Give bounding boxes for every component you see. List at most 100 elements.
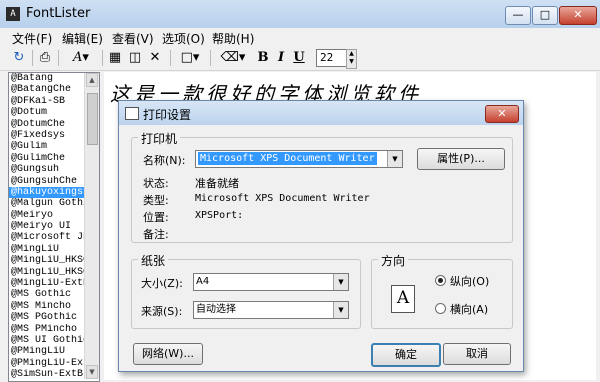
portrait-page-icon: A	[391, 285, 415, 313]
status-value: 准备就绪	[195, 177, 239, 190]
font-size-input[interactable]: 22	[316, 49, 347, 67]
font-list-item[interactable]: @Meiryo UI	[9, 221, 85, 232]
where-value: XPSPort:	[195, 210, 244, 221]
font-list-item[interactable]: @PMingLiU	[9, 346, 85, 357]
font-list-item[interactable]: @Meiryo	[9, 210, 85, 221]
italic-icon[interactable]: I	[274, 49, 288, 67]
cancel-button[interactable]: 取消	[443, 343, 511, 365]
ok-button[interactable]: 确定	[371, 343, 441, 367]
menu-edit[interactable]: 编辑(E)	[62, 30, 103, 47]
font-list-item[interactable]: @hakuyoxingshu	[9, 186, 85, 199]
underline-icon[interactable]: U	[292, 49, 306, 67]
font-list-item[interactable]: @PMingLiU-ExtB	[9, 358, 85, 369]
paper-source-value: 自动选择	[196, 304, 236, 315]
dialog-title: 打印设置	[143, 108, 192, 122]
toolbar-separator	[210, 50, 211, 66]
properties-button[interactable]: 属性(P)...	[417, 148, 505, 170]
dialog-title-bar: 打印设置 ✕	[119, 101, 523, 125]
print-setup-dialog: 打印设置 ✕ 打印机 名称(N): Microsoft XPS Document…	[118, 100, 524, 372]
paper-source-select[interactable]: 自动选择 ▼	[193, 301, 349, 319]
scroll-thumb[interactable]	[87, 93, 98, 145]
toolbar-separator	[32, 50, 33, 66]
scroll-down-icon[interactable]: ▼	[86, 365, 98, 379]
eraser-icon[interactable]: ⌫▾	[218, 49, 248, 67]
menu-bar: 文件(F) 编辑(E) 查看(V) 选项(O) 帮助(H)	[0, 28, 600, 46]
font-size-spinner[interactable]: ▲ ▼	[346, 49, 357, 69]
page-icon[interactable]: □▾	[176, 49, 204, 67]
type-value: Microsoft XPS Document Writer	[195, 193, 370, 204]
font-list-item[interactable]: @SimSun-ExtB	[9, 369, 85, 380]
chevron-down-icon[interactable]: ▼	[387, 151, 402, 167]
refresh-icon[interactable]: ↻	[10, 49, 28, 67]
paper-source-label: 来源(S):	[141, 305, 183, 318]
font-list-item[interactable]: @GungsuhChe	[9, 176, 85, 187]
dialog-close-button[interactable]: ✕	[485, 105, 519, 123]
printer-icon	[125, 107, 139, 120]
printer-name-value: Microsoft XPS Document Writer	[198, 152, 377, 165]
window-title: FontLister	[26, 6, 91, 21]
font-list-items: @Batang @BatangChe @DFKai-SB @Dotum @DotumCh…	[9, 73, 85, 381]
font-list-item[interactable]: @BatangChe	[9, 84, 85, 95]
app-icon[interactable]: A	[6, 7, 20, 21]
font-list-item[interactable]: @Gulim	[9, 141, 85, 152]
grid-view-icon[interactable]: ▦	[106, 49, 124, 67]
font-list-item[interactable]: @Fixedsys	[9, 130, 85, 141]
where-label: 位置:	[143, 211, 169, 224]
printer-group-label: 打印机	[138, 130, 181, 147]
bold-icon[interactable]: B	[256, 49, 270, 67]
toolbar: ↻ ⎙ A▾ ▦ ◫ ✕ □▾ ⌫▾ B I U 22 ▲ ▼	[0, 46, 600, 71]
status-label: 状态:	[143, 177, 169, 190]
find-icon[interactable]: ◫	[126, 49, 144, 67]
paper-size-label: 大小(Z):	[141, 277, 183, 290]
printer-name-select[interactable]: Microsoft XPS Document Writer ▼	[195, 150, 403, 168]
font-list-item[interactable]: @MingLiU_HKSCS-ExtB	[9, 267, 85, 278]
font-list-item[interactable]: @Microsoft JhengHei	[9, 232, 85, 243]
close-button[interactable]: ✕	[559, 6, 597, 25]
toolbar-separator	[170, 50, 171, 66]
font-list-item[interactable]: @MS Mincho	[9, 301, 85, 312]
chevron-down-icon[interactable]: ▼	[333, 302, 348, 318]
title-bar: A FontLister — □ ✕	[0, 0, 600, 29]
printer-name-label: 名称(N):	[143, 154, 186, 167]
font-list-item[interactable]: @GulimChe	[9, 153, 85, 164]
font-list-item[interactable]: @DFKai-SB	[9, 96, 85, 107]
menu-view[interactable]: 查看(V)	[112, 30, 154, 47]
font-list-item[interactable]: @MingLiU	[9, 244, 85, 255]
minimize-button[interactable]: —	[505, 6, 531, 25]
font-list[interactable]: @Batang @BatangChe @DFKai-SB @Dotum @DotumCh…	[8, 72, 100, 382]
font-list-item[interactable]: @DotumChe	[9, 119, 85, 130]
font-list-item[interactable]: @Dotum	[9, 107, 85, 118]
toolbar-separator	[58, 50, 59, 66]
print-icon[interactable]: ⎙	[36, 49, 54, 67]
portrait-radio[interactable]	[435, 275, 446, 286]
network-button[interactable]: 网络(W)...	[133, 343, 203, 365]
chevron-down-icon[interactable]: ▼	[333, 274, 348, 290]
scroll-up-icon[interactable]: ▲	[86, 73, 98, 87]
font-list-item[interactable]: @MS PMincho	[9, 324, 85, 335]
menu-options[interactable]: 选项(O)	[162, 30, 205, 47]
maximize-button[interactable]: □	[532, 6, 558, 25]
font-list-item[interactable]: @MS Gothic	[9, 289, 85, 300]
font-list-item[interactable]: @Batang	[9, 73, 85, 84]
paper-size-value: A4	[196, 276, 210, 287]
comment-label: 备注:	[143, 228, 169, 241]
orientation-group-label: 方向	[378, 252, 409, 269]
menu-help[interactable]: 帮助(H)	[212, 30, 254, 47]
font-list-item[interactable]: @Gungsuh	[9, 164, 85, 175]
font-style-icon[interactable]: A▾	[66, 49, 96, 67]
font-list-item[interactable]: @MS UI Gothic	[9, 335, 85, 346]
font-list-item[interactable]: @MS PGothic	[9, 312, 85, 323]
portrait-label[interactable]: 纵向(O)	[450, 273, 489, 289]
landscape-label[interactable]: 横向(A)	[450, 301, 488, 317]
font-list-item[interactable]: @Malgun Gothic	[9, 198, 85, 209]
font-list-scrollbar[interactable]: ▲ ▼	[84, 73, 99, 379]
landscape-radio[interactable]	[435, 303, 446, 314]
paper-size-select[interactable]: A4 ▼	[193, 273, 349, 291]
font-list-item[interactable]: @MingLiU-ExtB	[9, 278, 85, 289]
type-label: 类型:	[143, 194, 169, 207]
paper-group-label: 纸张	[138, 252, 169, 269]
font-list-item[interactable]: @MingLiU_HKSCS	[9, 255, 85, 266]
delete-icon[interactable]: ✕	[146, 49, 164, 67]
menu-file[interactable]: 文件(F)	[12, 30, 52, 47]
toolbar-separator	[102, 50, 103, 66]
